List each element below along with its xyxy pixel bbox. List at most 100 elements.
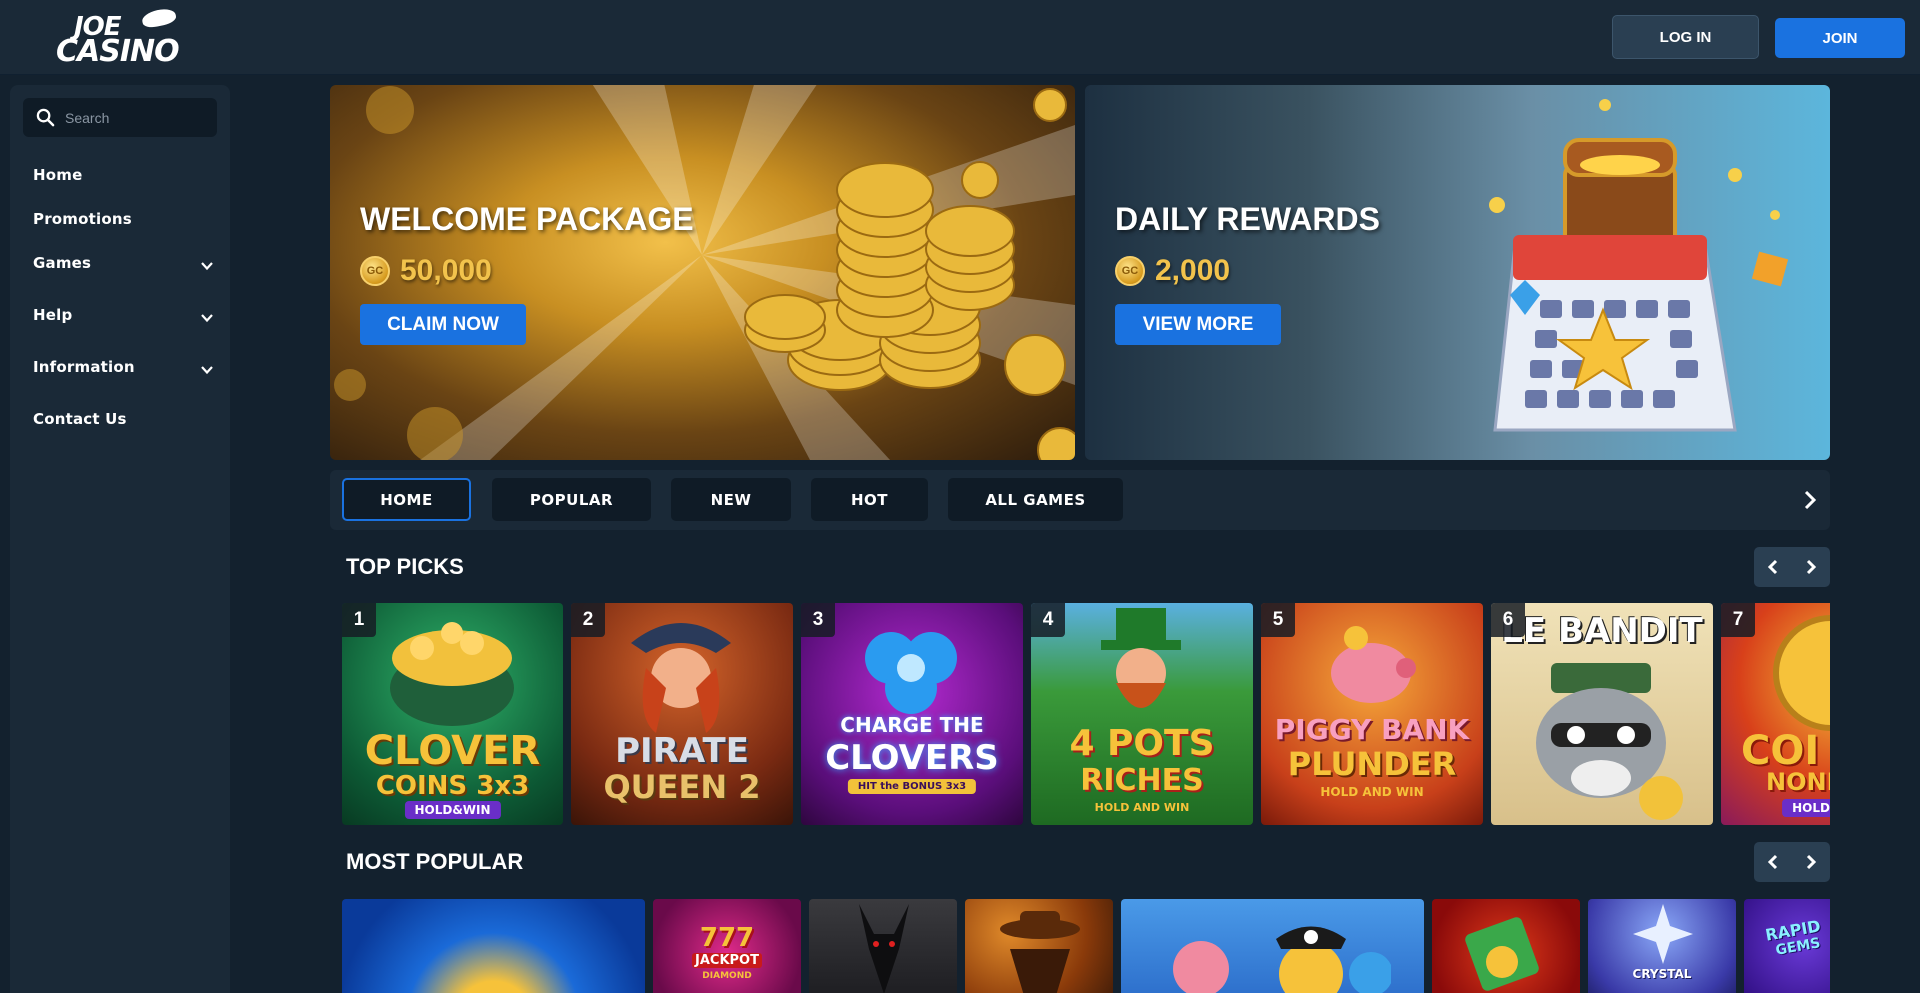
daily-rewards-banner[interactable]: DAILY REWARDS GC 2,000 VIEW MORE	[1085, 85, 1830, 460]
cash-bundle-art	[1465, 917, 1539, 991]
sidebar-item-label: Home	[33, 166, 83, 184]
tab-popular[interactable]: POPULAR	[492, 478, 651, 521]
sidebar-item-label: Contact Us	[33, 410, 127, 428]
sidebar-item-label: Help	[33, 306, 73, 324]
leprechaun-art	[1101, 608, 1181, 708]
sidebar-item-label: Information	[33, 358, 135, 376]
game-tile-4-pots-riches[interactable]: 4 4 POTS RICHES HOLD AND WIN	[1031, 603, 1253, 825]
join-button[interactable]: JOIN	[1775, 18, 1905, 58]
top-header: JOE CASINO LOG IN JOIN	[0, 0, 1920, 75]
daily-amount-value: 2,000	[1155, 254, 1231, 287]
sidebar-item-promotions[interactable]: Promotions	[33, 210, 223, 234]
chevron-left-icon	[1767, 854, 1778, 870]
game-title: 4 POTS	[1069, 723, 1215, 764]
sidebar-item-games[interactable]: Games	[33, 254, 223, 278]
game-title: PIRATE	[615, 731, 749, 771]
game-title: 777	[699, 923, 755, 953]
game-tile-cowboy[interactable]	[965, 899, 1113, 993]
game-tile-anubis[interactable]	[809, 899, 957, 993]
game-tile-cash-money[interactable]	[1432, 899, 1580, 993]
welcome-package-banner[interactable]: WELCOME PACKAGE GC 50,000 CLAIM NOW	[330, 85, 1075, 460]
tab-home[interactable]: HOME	[342, 478, 471, 521]
scroll-right-button[interactable]	[1792, 547, 1830, 587]
welcome-title: WELCOME PACKAGE	[360, 201, 694, 237]
welcome-amount: GC 50,000	[360, 253, 492, 289]
game-title: CLOVER	[364, 728, 541, 774]
chevron-down-icon	[201, 314, 213, 323]
game-subtitle: NONE	[1766, 768, 1830, 796]
game-tile-piggy-bank-plunder[interactable]: 5 PIGGY BANK PLUNDER HOLD AND WIN	[1261, 603, 1483, 825]
scroll-left-button[interactable]	[1754, 842, 1792, 882]
joe-casino-logo[interactable]: JOE CASINO	[56, 6, 180, 69]
game-subtitle: RICHES	[1080, 763, 1204, 798]
game-tile-clover-coins[interactable]: 1 CLOVER COINS 3x3 HOLD&WIN	[342, 603, 563, 825]
sidebar-item-information[interactable]: Information	[33, 358, 223, 382]
search-input[interactable]	[65, 98, 210, 137]
scroll-left-button[interactable]	[1754, 547, 1792, 587]
rank-badge: 3	[801, 603, 835, 637]
cowboy-hat-icon	[140, 6, 178, 30]
game-tile-lightning-coin[interactable]	[342, 899, 645, 993]
anubis-art	[859, 904, 909, 993]
sidebar-item-contact-us[interactable]: Contact Us	[33, 410, 223, 434]
game-tile-pirate-pigs[interactable]	[1121, 899, 1424, 993]
cowboy-art	[1000, 911, 1080, 993]
scroll-right-button[interactable]	[1792, 842, 1830, 882]
tab-hot[interactable]: HOT	[811, 478, 928, 521]
logo-line-2: CASINO	[56, 34, 180, 69]
game-badge: HOLD AND WIN	[1094, 801, 1190, 814]
sidebar-item-home[interactable]: Home	[33, 166, 223, 190]
game-tile-coins-partial[interactable]: 7 COI NONE HOLD	[1721, 603, 1830, 825]
game-tile-rapid-gems[interactable]: RAPID GEMS	[1744, 899, 1830, 993]
game-title: CRYSTAL	[1632, 967, 1692, 981]
welcome-amount-value: 50,000	[400, 254, 492, 287]
tab-new[interactable]: NEW	[671, 478, 791, 521]
rank-badge: 2	[571, 603, 605, 637]
game-tile-le-bandit[interactable]: 6 LE BANDIT	[1491, 603, 1713, 825]
sidebar: Home Promotions Games Help Information C…	[10, 85, 230, 993]
sidebar-item-label: Games	[33, 254, 92, 272]
pirate-queen-art	[631, 623, 731, 733]
daily-amount: GC 2,000	[1115, 253, 1230, 289]
game-subtitle: JACKPOT	[692, 953, 762, 968]
game-title: PIGGY BANK	[1274, 713, 1470, 746]
pirate-pigs-art	[1173, 926, 1391, 993]
game-tile-pirate-queen-2[interactable]: 2 PIRATE QUEEN 2	[571, 603, 793, 825]
chevron-right-icon	[1806, 559, 1817, 575]
most-popular-row: 777 JACKPOT DIAMOND CRYSTAL RAPID GEMS	[342, 899, 1830, 993]
gold-coin-art	[1773, 615, 1830, 731]
game-title: CHARGE THE	[840, 713, 984, 737]
sidebar-item-label: Promotions	[33, 210, 132, 228]
most-popular-title: MOST POPULAR	[346, 849, 524, 874]
top-picks-title: TOP PICKS	[346, 554, 464, 579]
view-more-button[interactable]: VIEW MORE	[1115, 304, 1281, 345]
piggy-bank-art	[1331, 626, 1416, 703]
chevron-left-icon	[1767, 559, 1778, 575]
claim-now-button[interactable]: CLAIM NOW	[360, 304, 526, 345]
crystal-star-icon	[1633, 904, 1693, 964]
search-icon	[36, 108, 55, 127]
tab-all-games[interactable]: ALL GAMES	[948, 478, 1123, 521]
category-tabs: HOME POPULAR NEW HOT ALL GAMES	[330, 470, 1830, 530]
login-button[interactable]: LOG IN	[1612, 15, 1759, 59]
game-subtitle: COINS 3x3	[375, 771, 530, 801]
rank-badge: 5	[1261, 603, 1295, 637]
chevron-right-icon[interactable]	[1798, 487, 1822, 513]
rank-badge: 6	[1491, 603, 1525, 637]
most-popular-arrows	[1754, 842, 1830, 882]
daily-title: DAILY REWARDS	[1115, 201, 1380, 237]
game-tile-777-jackpot-diamond[interactable]: 777 JACKPOT DIAMOND	[653, 899, 801, 993]
search-box[interactable]	[23, 98, 217, 137]
rank-badge: 4	[1031, 603, 1065, 637]
sidebar-item-help[interactable]: Help	[33, 306, 223, 330]
game-tile-charge-the-clovers[interactable]: 3 CHARGE THE CLOVERS HIT the BONUS 3x3	[801, 603, 1023, 825]
game-subtitle-2: DIAMOND	[702, 971, 752, 981]
chevron-down-icon	[201, 366, 213, 375]
game-subtitle: QUEEN 2	[603, 768, 761, 806]
lightning-clover-art	[865, 632, 957, 714]
rank-badge: 7	[1721, 603, 1755, 637]
game-badge: HOLD&WIN	[404, 801, 501, 819]
game-badge: HOLD AND WIN	[1320, 785, 1424, 799]
chevron-right-icon	[1806, 854, 1817, 870]
game-tile-crystal[interactable]: CRYSTAL	[1588, 899, 1736, 993]
